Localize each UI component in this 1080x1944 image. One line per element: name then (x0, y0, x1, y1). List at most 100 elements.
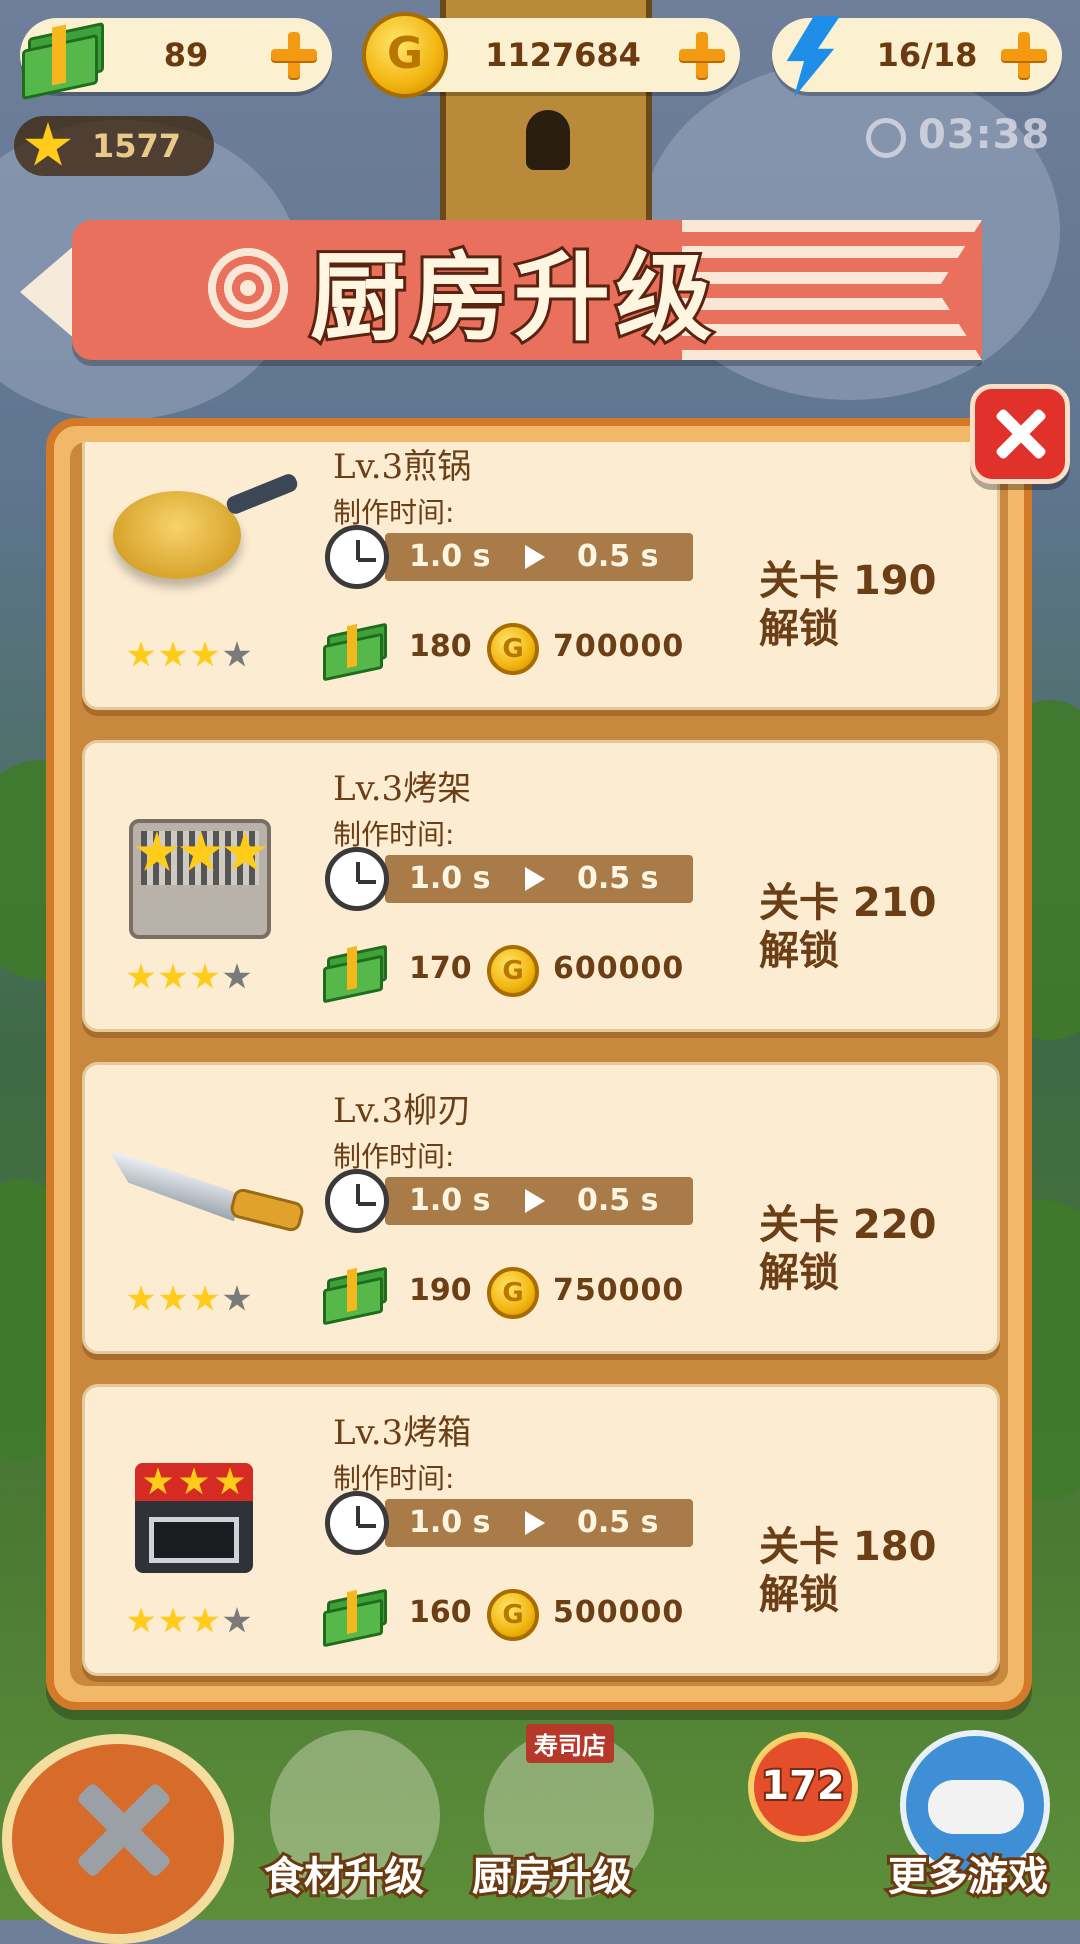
cash-icon (321, 939, 391, 1004)
gamepad-icon (928, 1780, 1024, 1834)
item-level-title: Lv.3柳刃 (333, 1091, 472, 1131)
coin-cost: 750000 (553, 1273, 685, 1308)
swirl-decoration (202, 242, 294, 334)
arrow-right-icon (525, 1189, 545, 1213)
add-cash-button[interactable] (268, 30, 318, 80)
unlock-requirement: 关卡 190 解锁 (759, 557, 936, 653)
time-bar: 1.0 s 0.5 s (385, 855, 693, 903)
coin-counter: G 1127684 (362, 12, 740, 98)
lightning-icon (766, 10, 856, 100)
time-from: 1.0 s (409, 1505, 491, 1540)
add-energy-button[interactable] (998, 30, 1048, 80)
coin-cost: 600000 (553, 951, 685, 986)
bottom-nav: 食材升级 寿司店 厨房升级 172 更多游戏 (0, 1720, 1080, 1944)
star-empty-icon (223, 1285, 251, 1311)
oven-image (99, 1407, 279, 1587)
kitchen-upgrade-label: 厨房升级 (469, 1851, 635, 1903)
total-stars-value: 1577 (92, 127, 182, 165)
time-to: 0.5 s (577, 861, 659, 896)
arrow-right-icon (525, 867, 545, 891)
gold-coin-icon: G (362, 12, 448, 98)
energy-counter: 16/18 (772, 16, 1062, 98)
upgrade-panel: Lv.3煎锅 制作时间: 1.0 s 0.5 s 180 G 700000 关卡… (46, 418, 1032, 1710)
upgrade-list[interactable]: Lv.3煎锅 制作时间: 1.0 s 0.5 s 180 G 700000 关卡… (70, 442, 1008, 1686)
title-banner: 厨房升级 (20, 202, 1020, 382)
arrow-right-icon (525, 1511, 545, 1535)
upgrade-card-oven[interactable]: Lv.3烤箱 制作时间: 1.0 s 0.5 s 160 G 500000 关卡… (82, 1384, 1000, 1676)
clock-icon (325, 1169, 389, 1233)
time-from: 1.0 s (409, 1183, 491, 1218)
upgrade-card-frying-pan[interactable]: Lv.3煎锅 制作时间: 1.0 s 0.5 s 180 G 700000 关卡… (82, 442, 1000, 710)
item-level-title: Lv.3煎锅 (333, 447, 472, 487)
upgrade-card-knife[interactable]: Lv.3柳刃 制作时间: 1.0 s 0.5 s 190 G 750000 关卡… (82, 1062, 1000, 1354)
coin-cost: 500000 (553, 1595, 685, 1630)
cash-cost: 160 (409, 1595, 472, 1630)
star-icon (24, 122, 72, 166)
cash-value: 89 (163, 36, 209, 74)
time-to: 0.5 s (577, 1183, 659, 1218)
clock-icon (325, 525, 389, 589)
unlock-level: 关卡 180 (759, 1524, 937, 1570)
star-icon (159, 641, 187, 667)
unlock-text: 解锁 (759, 1572, 839, 1618)
clock-icon (325, 1491, 389, 1555)
total-stars: 1577 (14, 116, 214, 176)
time-bar: 1.0 s 0.5 s (385, 533, 693, 581)
close-button[interactable] (970, 384, 1070, 484)
star-icon (191, 1285, 219, 1311)
current-level-badge[interactable]: 172 (748, 1732, 858, 1842)
star-empty-icon (223, 1607, 251, 1633)
cash-icon (321, 617, 391, 682)
star-icon (191, 1607, 219, 1633)
timer-value: 03:38 (918, 112, 1051, 158)
time-from: 1.0 s (409, 861, 491, 896)
unlock-text: 解锁 (759, 928, 839, 974)
page-title: 厨房升级 (307, 239, 718, 357)
star-rating (127, 641, 255, 673)
star-icon (159, 963, 187, 989)
add-coins-button[interactable] (676, 30, 726, 80)
star-icon (191, 963, 219, 989)
unlock-requirement: 关卡 210 解锁 (759, 879, 936, 975)
star-empty-icon (223, 963, 251, 989)
star-rating (127, 1285, 255, 1317)
unlock-level: 关卡 210 (759, 880, 937, 926)
cash-cost: 170 (409, 951, 472, 986)
grill-image (99, 763, 279, 943)
time-bar: 1.0 s 0.5 s (385, 1177, 693, 1225)
star-icon (191, 641, 219, 667)
cash-icon (321, 1583, 391, 1648)
arrow-right-icon (525, 545, 545, 569)
time-from: 1.0 s (409, 539, 491, 574)
star-empty-icon (223, 641, 251, 667)
shop-sign: 寿司店 (526, 1724, 614, 1763)
time-to: 0.5 s (577, 539, 659, 574)
back-button[interactable] (2, 1734, 234, 1944)
unlock-level: 关卡 220 (759, 1202, 937, 1248)
cash-cost: 190 (409, 1273, 472, 1308)
gold-coin-icon: G (487, 1589, 539, 1641)
clock-icon (325, 847, 389, 911)
star-icon (159, 1607, 187, 1633)
unlock-text: 解锁 (759, 1250, 839, 1296)
frying-pan-image (99, 442, 300, 621)
energy-value: 16/18 (876, 36, 978, 74)
item-level-title: Lv.3烤架 (333, 769, 472, 809)
gold-coin-icon: G (487, 1267, 539, 1319)
knife-image (99, 1085, 306, 1265)
star-icon (127, 641, 155, 667)
star-icon (127, 963, 155, 989)
unlock-requirement: 关卡 180 解锁 (759, 1523, 936, 1619)
star-icon (127, 1607, 155, 1633)
cash-icon (321, 1261, 391, 1326)
coin-value: 1127684 (485, 36, 641, 74)
star-rating (127, 963, 255, 995)
gold-coin-icon: G (487, 945, 539, 997)
unlock-requirement: 关卡 220 解锁 (759, 1201, 936, 1297)
clock-icon (866, 118, 906, 158)
upgrade-card-grill[interactable]: Lv.3烤架 制作时间: 1.0 s 0.5 s 170 G 600000 关卡… (82, 740, 1000, 1032)
star-rating (127, 1607, 255, 1639)
ingredient-upgrade-label: 食材升级 (261, 1851, 427, 1903)
gold-coin-icon: G (487, 623, 539, 675)
cash-icon (14, 10, 104, 101)
